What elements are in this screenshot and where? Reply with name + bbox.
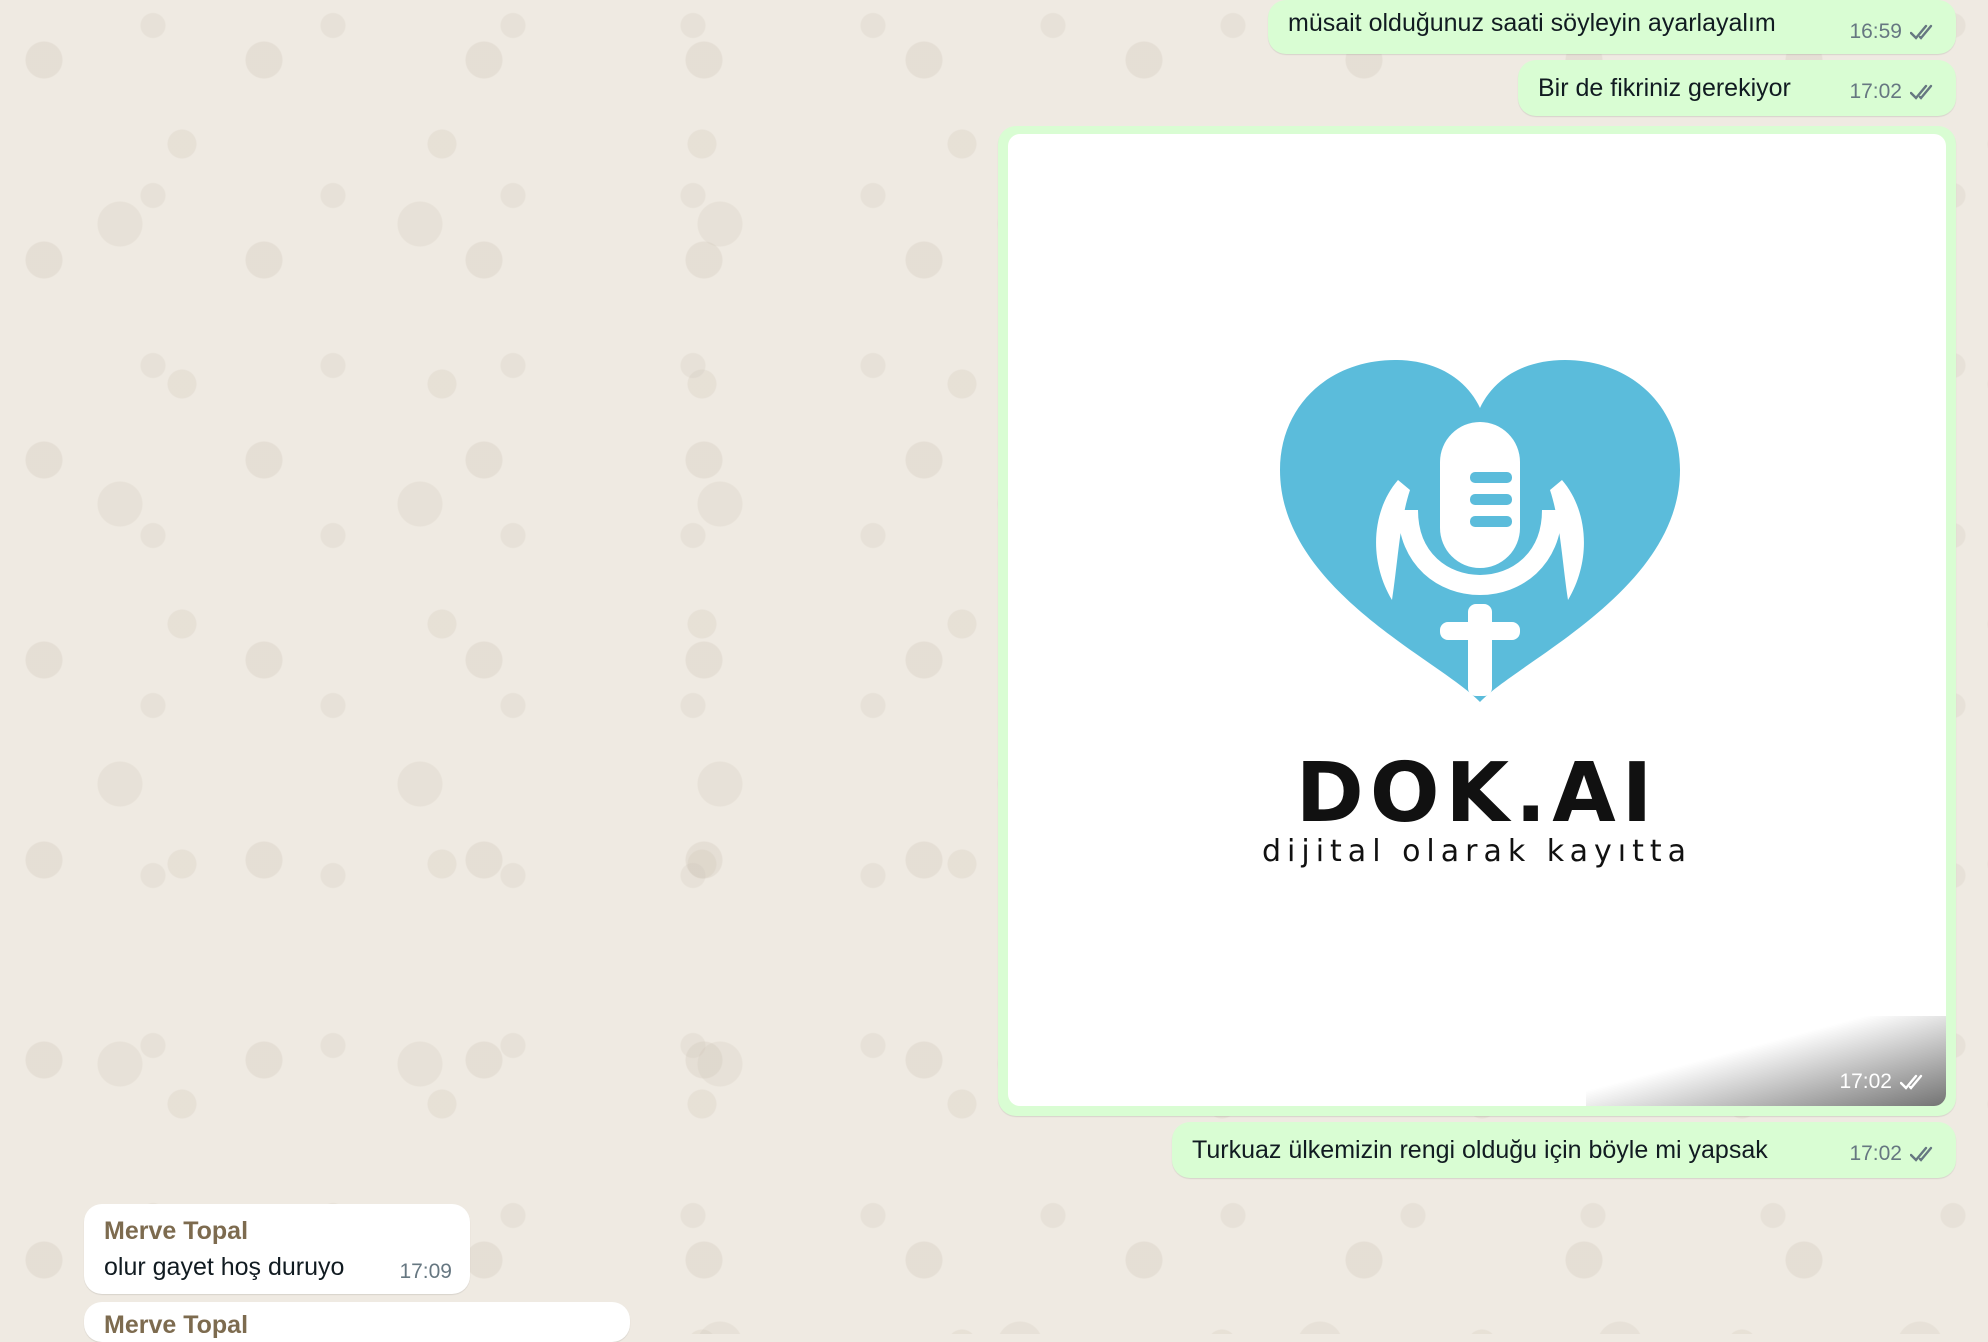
sender-name[interactable]: Merve Topal <box>104 1216 248 1246</box>
message-text: müsait olduğunuz saati söyleyin ayarlaya… <box>1288 9 1776 37</box>
double-check-icon <box>1910 1145 1938 1163</box>
double-check-icon <box>1910 23 1938 41</box>
message-time: 17:02 <box>1849 80 1902 103</box>
logo-tagline: dijital olarak kayıtta <box>1262 834 1692 869</box>
double-check-icon <box>1900 1073 1928 1091</box>
logo-wordmark: DOK.AI <box>1295 746 1659 841</box>
message-meta: 17:02 <box>1839 1070 1928 1094</box>
logo-heart-microphone-icon <box>1280 360 1680 702</box>
message-text: olur gayet hoş duruyo <box>104 1253 345 1281</box>
message-time: 17:02 <box>1849 1142 1902 1165</box>
sender-name[interactable]: Merve Topal <box>104 1310 248 1340</box>
message-time: 16:59 <box>1849 20 1902 43</box>
incoming-message[interactable]: Merve Topal olur gayet hoş duruyo 17:09 <box>84 1204 470 1294</box>
message-meta: 17:09 <box>399 1260 452 1284</box>
outgoing-message[interactable]: Bir de fikriniz gerekiyor 17:02 <box>1518 60 1956 116</box>
message-text: Bir de fikriniz gerekiyor <box>1538 74 1791 102</box>
image-message[interactable]: DOK.AI dijital olarak kayıtta 17:02 <box>998 126 1956 1116</box>
outgoing-message[interactable]: müsait olduğunuz saati söyleyin ayarlaya… <box>1268 0 1956 54</box>
message-meta: 17:02 <box>1849 80 1938 104</box>
outgoing-message[interactable]: Turkuaz ülkemizin rengi olduğu için böyl… <box>1172 1122 1956 1178</box>
message-text: Turkuaz ülkemizin rengi olduğu için böyl… <box>1192 1136 1768 1164</box>
message-meta: 16:59 <box>1849 20 1938 44</box>
message-time: 17:09 <box>399 1260 452 1283</box>
incoming-message[interactable]: Merve Topal <box>84 1302 630 1342</box>
message-meta: 17:02 <box>1849 1142 1938 1166</box>
message-time: 17:02 <box>1839 1070 1892 1093</box>
double-check-icon <box>1910 83 1938 101</box>
image-attachment[interactable]: DOK.AI dijital olarak kayıtta 17:02 <box>1008 134 1946 1106</box>
